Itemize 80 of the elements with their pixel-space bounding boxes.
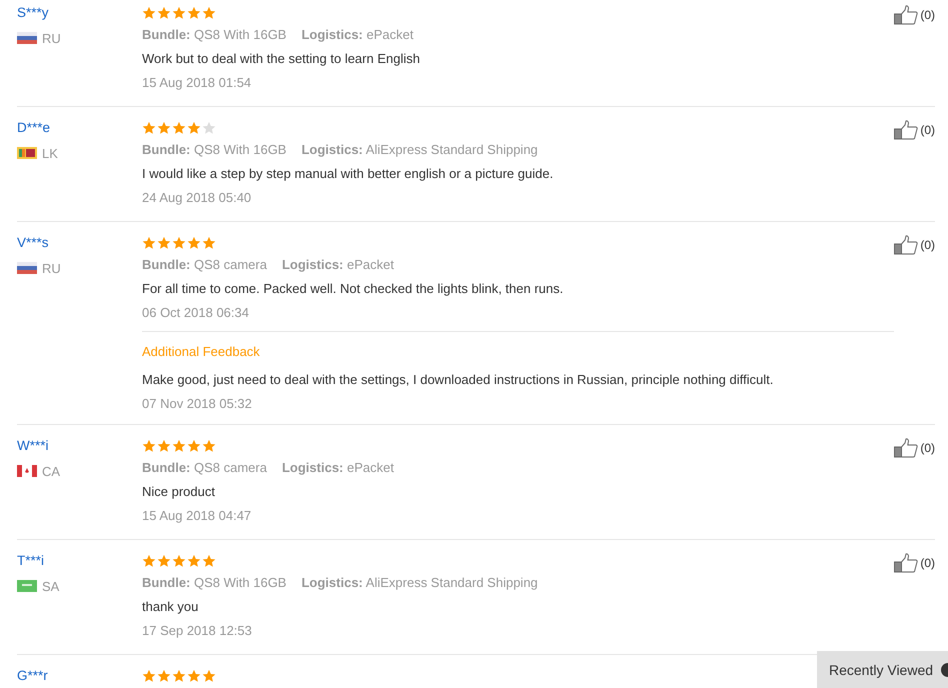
review-text: Make good, just need to deal with the settings, I downloaded instructions in Russian, principle nothing difficult. — [142, 371, 774, 389]
star-icon — [172, 236, 186, 250]
bundle-info: Bundle: QS8 camera — [142, 256, 267, 274]
like-count: (0) — [920, 440, 935, 457]
star-icon — [172, 121, 186, 135]
thumbs-up-icon[interactable] — [894, 120, 918, 140]
like-count: (0) — [920, 237, 935, 254]
review-text: I would like a step by step manual with better english or a picture guide. — [142, 165, 554, 183]
like-count: (0) — [920, 122, 935, 139]
review-text: thank you — [142, 598, 200, 616]
logistics-info: Logistics: AliExpress Standard Shipping — [301, 574, 538, 592]
star-icon — [157, 554, 171, 568]
review-date: 17 Sep 2018 12:53 — [142, 622, 253, 640]
star-icon — [187, 236, 201, 250]
country-code: SA — [42, 578, 60, 594]
country-code: CA — [42, 464, 60, 478]
thumbs-up-icon[interactable] — [894, 438, 918, 458]
logistics-info: Logistics: ePacket — [282, 459, 394, 477]
star-icon — [187, 439, 201, 453]
additional-feedback-title: Additional Feedback — [142, 343, 261, 361]
flag-icon — [17, 465, 37, 477]
star-icon — [142, 6, 156, 20]
reviewer-name[interactable]: D***e — [17, 118, 50, 138]
reviewer-name[interactable]: S***y — [17, 3, 49, 23]
star-icon — [202, 554, 216, 568]
star-icon — [157, 6, 171, 20]
star-icon — [202, 6, 216, 20]
review-text: For all time to come. Packed well. Not checked the lights blink, then runs. — [142, 280, 564, 298]
star-icon — [187, 669, 201, 683]
star-icon — [202, 121, 216, 135]
review-date: 15 Aug 2018 01:54 — [142, 74, 252, 92]
reviewer-name[interactable]: G***r — [17, 666, 48, 686]
recently-viewed-tab[interactable]: Recently Viewed — [817, 651, 948, 688]
like-count: (0) — [920, 555, 935, 572]
logistics-info: Logistics: AliExpress Standard Shipping — [301, 141, 538, 159]
bundle-info: Bundle: QS8 With 16GB — [142, 141, 286, 159]
country-code: RU — [42, 30, 61, 46]
review-date: 15 Aug 2018 04:47 — [142, 507, 252, 525]
star-icon — [157, 121, 171, 135]
star-icon — [142, 236, 156, 250]
thumbs-up-icon[interactable] — [894, 235, 918, 255]
country-code: LK — [42, 146, 58, 160]
reviewer-name[interactable]: T***i — [17, 551, 44, 571]
country-code: RU — [42, 260, 61, 276]
star-icon — [142, 669, 156, 683]
flag-icon — [17, 580, 37, 592]
star-icon — [172, 554, 186, 568]
like-count: (0) — [920, 7, 935, 24]
review-text: Nice product — [142, 483, 216, 501]
review-text: Work but to deal with the setting to learn English — [142, 50, 421, 68]
review-date: 07 Nov 2018 05:32 — [142, 395, 253, 413]
star-icon — [157, 669, 171, 683]
star-icon — [187, 121, 201, 135]
flag-icon — [17, 147, 37, 159]
star-icon — [202, 669, 216, 683]
logistics-info: Logistics: ePacket — [282, 256, 394, 274]
star-icon — [187, 6, 201, 20]
reviewer-name[interactable]: W***i — [17, 436, 49, 456]
flag-icon — [17, 262, 37, 274]
star-icon — [202, 439, 216, 453]
bundle-info: Bundle: QS8 camera — [142, 459, 267, 477]
star-icon — [142, 121, 156, 135]
star-icon — [142, 439, 156, 453]
logistics-info: Logistics: ePacket — [301, 26, 414, 44]
star-icon — [172, 439, 186, 453]
thumbs-up-icon[interactable] — [894, 553, 918, 573]
star-icon — [202, 236, 216, 250]
star-icon — [142, 554, 156, 568]
reviewer-name[interactable]: V***s — [17, 233, 49, 253]
star-icon — [172, 6, 186, 20]
star-icon — [172, 669, 186, 683]
bundle-info: Bundle: QS8 With 16GB — [142, 574, 286, 592]
flag-icon — [17, 32, 37, 44]
review-date: 06 Oct 2018 06:34 — [142, 304, 250, 322]
star-icon — [187, 554, 201, 568]
review-date: 24 Aug 2018 05:40 — [142, 189, 252, 207]
thumbs-up-icon[interactable] — [894, 5, 918, 25]
star-icon — [157, 236, 171, 250]
star-icon — [157, 439, 171, 453]
bundle-info: Bundle: QS8 With 16GB — [142, 26, 286, 44]
